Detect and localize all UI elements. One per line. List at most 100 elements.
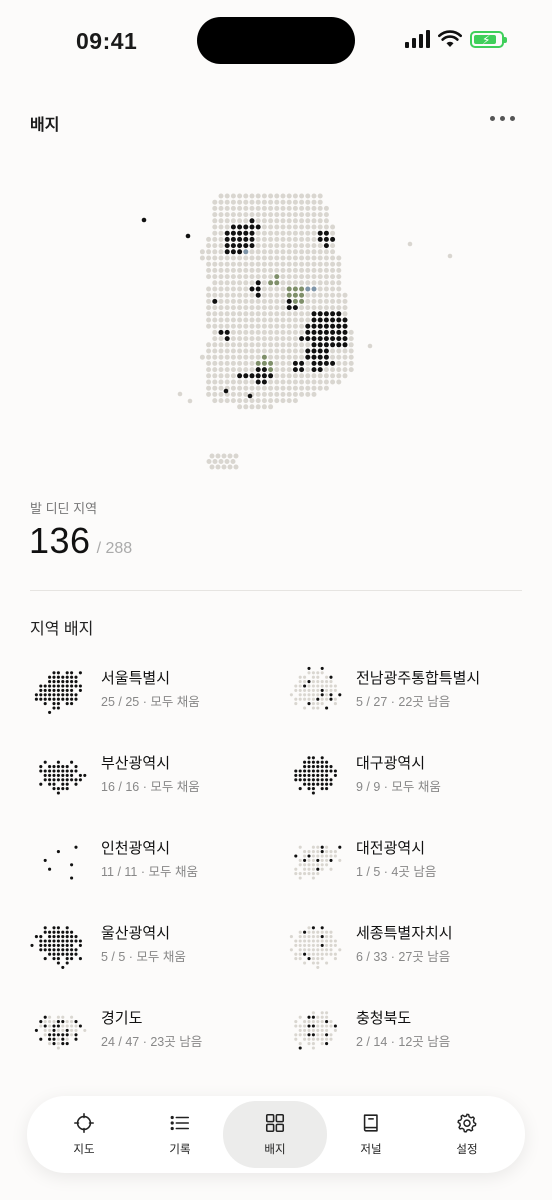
badge-dot [56, 926, 60, 930]
badge-dot [303, 863, 307, 867]
tab-settings[interactable]: 설정 [419, 1101, 515, 1168]
badge-dot [311, 756, 315, 760]
badge-dot [65, 961, 69, 965]
badge-dot [56, 850, 60, 854]
badge-dot [43, 760, 47, 764]
map-dot [206, 348, 212, 354]
badge-dot [70, 778, 74, 782]
badge-dot [52, 1024, 56, 1028]
map-dot [255, 280, 261, 286]
map-dot [230, 317, 236, 323]
badge-dot [307, 926, 311, 930]
badge-ulsan[interactable]: 울산광역시 5 / 5 · 모두 채움 [30, 915, 270, 985]
badge-sejong[interactable]: 세종특별자치시 6 / 33 · 27곳 남음 [285, 915, 525, 985]
map-dot [224, 193, 230, 199]
badge-daejeon[interactable]: 대전광역시 1 / 5 · 4곳 남음 [285, 830, 525, 900]
map-dot [348, 354, 354, 360]
map-dot [274, 230, 280, 236]
badge-dot [74, 1033, 78, 1037]
map-dot [261, 379, 267, 385]
dynamic-island [197, 17, 355, 64]
map-dot [330, 317, 336, 323]
badge-dot [74, 948, 78, 952]
stat-count: 136 / 288 [29, 520, 132, 562]
map-dot [274, 305, 280, 311]
map-dot [280, 224, 286, 230]
map-dot [305, 212, 311, 218]
badge-dot [325, 952, 329, 956]
badge-dot [48, 943, 52, 947]
map-dot [292, 249, 298, 255]
badge-dot [78, 773, 82, 777]
badge-dot [303, 930, 307, 934]
badge-dot [298, 858, 302, 862]
badge-dot [311, 791, 315, 795]
badge-progress: 25 / 25 · 모두 채움 [101, 695, 200, 709]
map-dot [261, 360, 267, 366]
badge-dot [307, 1015, 311, 1019]
badge-dot [298, 1015, 302, 1019]
map-dot [274, 379, 280, 385]
badge-dot [303, 948, 307, 952]
tab-bar: 지도 기록 배지 저널 설정 [27, 1096, 525, 1173]
map-dot [255, 336, 261, 342]
badge-dot [307, 872, 311, 876]
map-dot [317, 379, 323, 385]
badge-dot [303, 675, 307, 679]
map-dot [342, 311, 348, 317]
tab-map[interactable]: 지도 [36, 1101, 132, 1168]
badge-dot [303, 1033, 307, 1037]
map-dot [255, 274, 261, 280]
map-dot [243, 323, 249, 329]
map-dot [305, 218, 311, 224]
badge-dot [316, 702, 320, 706]
badge-dot [320, 948, 324, 952]
badge-dot [294, 688, 298, 692]
badge-incheon[interactable]: 인천광역시 11 / 11 · 모두 채움 [30, 830, 270, 900]
map-dot [237, 255, 243, 261]
badge-seoul[interactable]: 서울특별시 25 / 25 · 모두 채움 [30, 660, 270, 730]
badge-jeonnam-gwangju[interactable]: 전남광주통합특별시 5 / 27 · 22곳 남음 [285, 660, 525, 730]
badge-name: 세종특별자치시 [356, 925, 453, 942]
badge-progress: 6 / 33 · 27곳 남음 [356, 950, 451, 964]
badge-dot [303, 1024, 307, 1028]
badge-dot [325, 697, 329, 701]
map-dot [218, 367, 224, 373]
badge-dot [325, 773, 329, 777]
map-dot [224, 261, 230, 267]
map-dot [323, 305, 329, 311]
badge-dot [83, 773, 87, 777]
map-dot [249, 354, 255, 360]
more-options-icon[interactable] [490, 116, 515, 121]
divider [30, 590, 522, 591]
map-dot [237, 348, 243, 354]
badge-daegu[interactable]: 대구광역시 9 / 9 · 모두 채움 [285, 745, 525, 815]
tab-badges[interactable]: 배지 [223, 1101, 327, 1168]
map-dot [292, 236, 298, 242]
tab-journal[interactable]: 저널 [323, 1101, 419, 1168]
map-dot [255, 373, 261, 379]
map-dot [249, 367, 255, 373]
badge-busan[interactable]: 부산광역시 16 / 16 · 모두 채움 [30, 745, 270, 815]
badge-dot [311, 926, 315, 930]
map-dot [249, 286, 255, 292]
tab-records[interactable]: 기록 [132, 1101, 228, 1168]
map-dot [311, 317, 317, 323]
map-dot [286, 255, 292, 261]
badge-dot [307, 935, 311, 939]
map-dot [323, 286, 329, 292]
badge-dot [307, 1037, 311, 1041]
map-dot [299, 305, 305, 311]
map-dot [299, 348, 305, 354]
badge-dot [329, 858, 333, 862]
map-dot [299, 249, 305, 255]
badge-dot [307, 850, 311, 854]
map-dot [249, 205, 255, 211]
map-dot [311, 385, 317, 391]
badge-dot [70, 769, 74, 773]
map-dot [336, 373, 342, 379]
badge-dot [307, 684, 311, 688]
map-dot [230, 255, 236, 261]
badge-name: 대구광역시 [356, 755, 426, 772]
map-dot [255, 367, 261, 373]
